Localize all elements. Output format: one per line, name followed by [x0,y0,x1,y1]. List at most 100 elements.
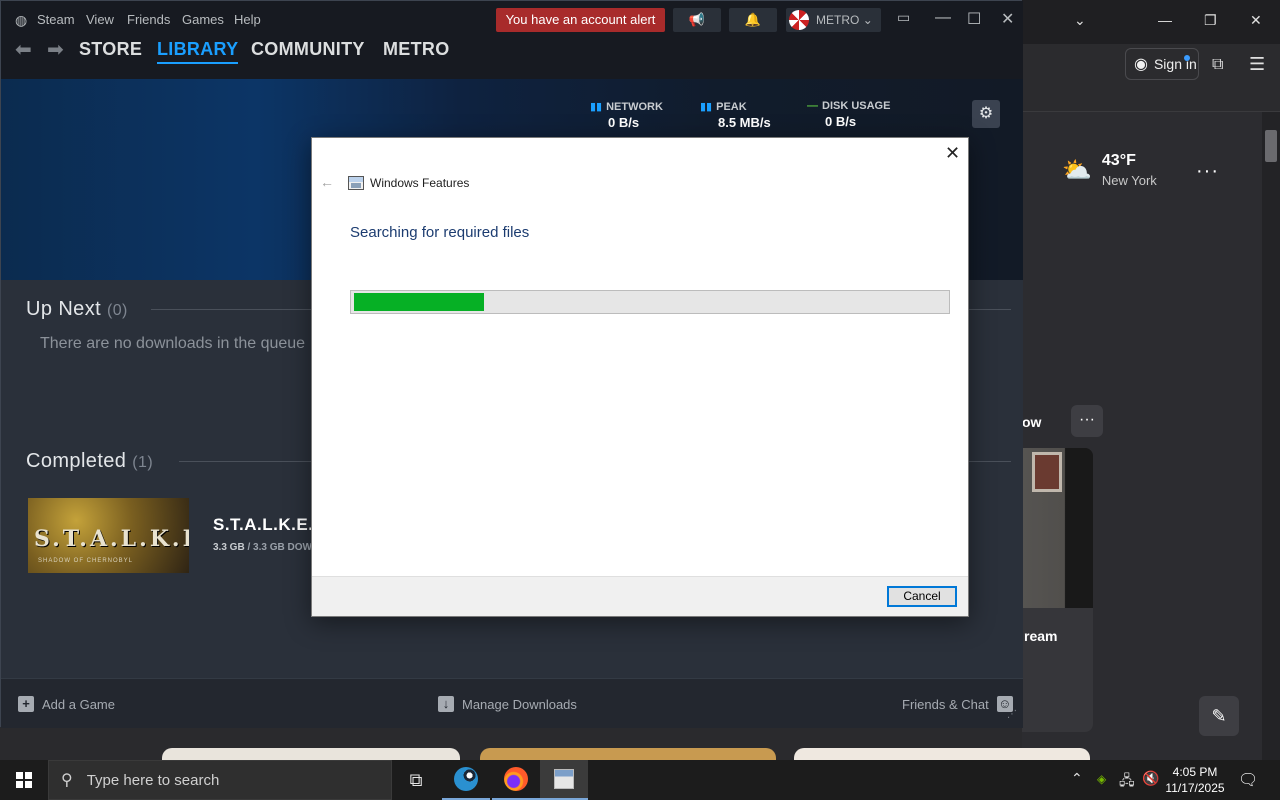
nvidia-tray-icon[interactable]: ◈ [1097,772,1106,786]
partly-cloudy-icon: ⛅ [1062,156,1092,184]
peak-value: 8.5 MB/s [718,115,771,130]
steam-app-icon [454,767,478,791]
user-menu-button[interactable]: METRO ⌄ [786,8,881,32]
steam-nav-bar: ⬅ ➡ STORE LIBRARY COMMUNITY METRO [1,37,1023,79]
menu-view[interactable]: View [86,12,114,27]
firefox-app-icon [504,767,528,791]
disk-usage-stat: — DISK USAGE 0 B/s [807,100,891,129]
start-button[interactable] [0,760,48,800]
tab-community[interactable]: COMMUNITY [251,39,365,60]
up-next-heading: Up Next (0) [26,298,128,320]
tab-library[interactable]: LIBRARY [157,39,239,64]
tab-list-chevron-icon[interactable]: ⌄ [1074,12,1086,29]
browser-titlebar [1022,0,1280,44]
up-next-count: (0) [107,302,128,319]
windows-logo-icon [16,772,32,788]
clock-date: 11/17/2025 [1165,781,1225,795]
sign-in-button[interactable]: ◉ Sign in [1125,48,1199,80]
scrollbar-thumb[interactable] [1265,130,1277,162]
account-icon: ◉ [1134,56,1148,73]
dialog-header: Windows Features [348,176,469,190]
windows-features-icon [348,176,364,190]
restore-icon[interactable]: ❐ [1204,12,1217,29]
search-placeholder: Type here to search [86,771,220,789]
volume-muted-icon[interactable]: 🔇 [1142,770,1159,787]
network-value: 0 B/s [608,115,640,130]
add-game-button[interactable]: + Add a Game [18,696,115,712]
task-view-icon[interactable]: ⧉ [392,760,440,800]
dialog-footer [312,576,968,616]
maximize-icon[interactable]: ☐ [967,9,981,29]
news-card-body[interactable] [1022,608,1093,732]
menu-steam[interactable]: Steam [37,12,75,27]
news-card-title[interactable]: ream [1024,628,1057,644]
edit-pencil-icon[interactable]: ✎ [1199,696,1239,736]
steam-titlebar: ◍ Steam View Friends Games Help You have… [1,1,1023,37]
notifications-bell-icon[interactable]: 🔔 [729,8,777,32]
tray-overflow-chevron-icon[interactable]: ⌃ [1071,770,1083,787]
menu-friends[interactable]: Friends [127,12,170,27]
completed-count: (1) [132,454,154,471]
notification-dot [1184,55,1190,61]
sign-in-label: Sign in [1153,56,1197,72]
game-capsule-image[interactable]: S.T.A.L.K.E.R. SHADOW OF CHERNOBYL [28,498,189,573]
weather-more-icon[interactable]: ··· [1196,160,1219,183]
desktop: ⌄ — ❐ ✕ ◉ Sign in ⧉ ☰ ⛅ 43°F New York ··… [0,0,1280,800]
network-stat: ▮▮ NETWORK 0 B/s [590,101,663,130]
notifications-icon[interactable]: 🗨 [1238,770,1258,790]
network-tray-icon[interactable]: 🖧 [1119,770,1135,794]
network-bars-icon: ▮▮ [590,101,603,113]
minimize-icon[interactable]: — [1158,12,1172,28]
download-icon: ↓ [438,696,454,712]
minimize-icon[interactable]: — [935,9,951,27]
dialog-title: Windows Features [370,176,470,190]
plus-icon: + [18,696,34,712]
resize-grip-icon[interactable]: ⋰ [1007,709,1017,720]
disk-usage-value: 0 B/s [825,114,857,129]
game-logo-subtitle: SHADOW OF CHERNOBYL [38,558,134,564]
chevron-down-icon: ⌄ [862,13,873,27]
close-icon[interactable]: ✕ [1001,9,1014,29]
taskbar-windows-features-app[interactable] [540,760,588,800]
windows-features-app-icon [554,769,574,789]
dialog-status-text: Searching for required files [350,224,530,241]
account-alert-button[interactable]: You have an account alert [496,8,665,32]
user-name: METRO [816,13,860,27]
menu-icon[interactable]: ☰ [1249,54,1265,75]
empty-queue-message: There are no downloads in the queue [40,335,306,352]
weather-city: New York [1101,173,1157,188]
friends-chat-button[interactable]: Friends & Chat ☺ [902,696,1013,712]
follow-button[interactable]: ow [1022,408,1062,436]
disk-line-icon: — [807,100,818,112]
search-icon: ⚲ [61,772,73,789]
weather-widget[interactable]: ⛅ 43°F New York [1062,152,1157,188]
extensions-icon[interactable]: ⧉ [1212,56,1223,74]
windows-features-dialog: ✕ ← Windows Features Searching for requi… [311,137,969,617]
clock-time: 4:05 PM [1172,765,1218,779]
big-picture-monitor-icon[interactable]: ▭ [897,9,910,26]
tab-store[interactable]: STORE [79,39,142,60]
tab-metro[interactable]: METRO [383,39,450,60]
settings-gear-icon[interactable]: ⚙ [972,100,1000,128]
close-icon[interactable]: ✕ [945,143,960,164]
news-card-image[interactable] [1022,448,1093,608]
close-icon[interactable]: ✕ [1250,12,1262,29]
progress-bar-fill [354,293,484,311]
announcements-megaphone-icon[interactable]: 📢 [673,8,721,32]
back-arrow-icon[interactable]: ⬅ [15,37,32,62]
taskbar-clock[interactable]: 4:05 PM 11/17/2025 [1160,764,1230,796]
card-more-icon[interactable]: ··· [1071,405,1103,437]
taskbar-steam-app[interactable] [442,760,490,800]
steam-logo-icon[interactable]: ◍ [15,12,27,29]
forward-arrow-icon[interactable]: ➡ [47,37,64,62]
manage-downloads-button[interactable]: ↓ Manage Downloads [438,696,577,712]
menu-games[interactable]: Games [182,12,224,27]
weather-temperature: 43°F [1101,152,1136,169]
browser-scrollbar[interactable] [1262,112,1280,760]
game-logo-text: S.T.A.L.K.E.R. [34,526,189,552]
taskbar-search-box[interactable]: ⚲ Type here to search [48,760,392,800]
cancel-button[interactable]: Cancel [887,586,957,607]
progress-bar [350,290,950,314]
menu-help[interactable]: Help [234,12,261,27]
taskbar-firefox-app[interactable] [492,760,540,800]
